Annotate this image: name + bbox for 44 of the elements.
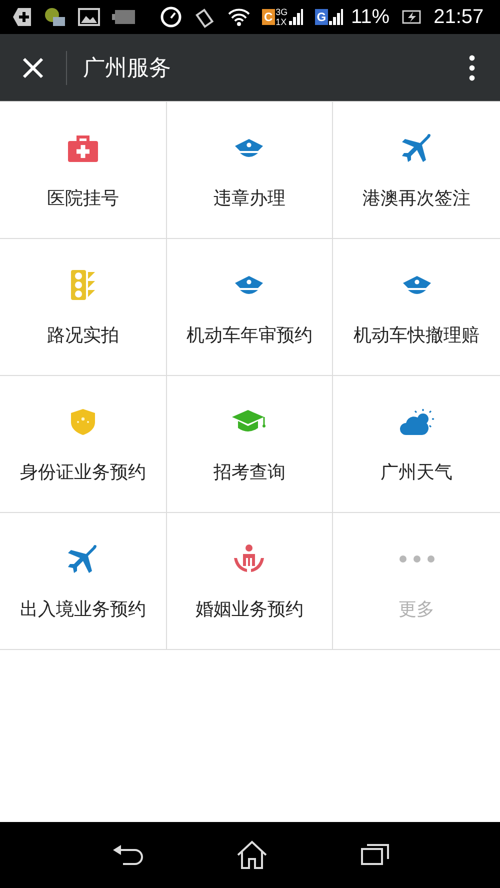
cloud-sun-icon [398,408,435,436]
recent-apps-icon[interactable] [361,844,390,866]
wifi-icon [228,8,250,26]
service-tile[interactable]: 机动车年审预约 [166,238,334,375]
home-icon[interactable] [236,840,268,870]
police-cap-icon [234,138,264,158]
service-tile[interactable]: 医院挂号 [0,101,167,238]
police-cap-icon [234,275,264,295]
service-tile[interactable]: 港澳再次签注 [333,101,500,238]
page-title: 广州服务 [83,54,171,82]
rotation-icon [194,6,216,28]
signal-icon [329,9,344,25]
close-icon [21,56,45,80]
network-label: 3G [276,7,288,17]
service-tile[interactable]: 违章办理 [166,101,334,238]
add-icon [12,7,32,27]
traffic-light-icon [70,269,96,301]
speedometer-icon [160,6,182,28]
mail-icon [44,7,66,27]
image-icon [78,8,100,26]
clock-time: 21:57 [434,5,484,30]
battery-info-icon [112,9,136,25]
carrier-badge: G [314,9,328,25]
carrier-badge: C [262,9,275,25]
service-tile[interactable]: 出入境业务预约 [0,512,167,649]
network-label: 1X [276,17,288,27]
service-tile[interactable]: 广州天气 [333,375,500,512]
service-tile[interactable]: 身份证业务预约 [0,375,167,512]
service-tile[interactable]: 婚姻业务预约 [166,512,334,649]
shield-badge-icon [70,408,96,436]
family-hands-icon [233,544,266,574]
battery-percent: 11% [351,5,390,30]
airplane-icon [66,543,99,575]
signal-icon [288,9,303,25]
more-icon [398,555,435,563]
medical-kit-icon [66,133,99,163]
police-cap-icon [402,275,432,295]
service-tile[interactable]: 招考查询 [166,375,334,512]
airplane-icon [400,132,433,164]
service-tile[interactable]: 路况实拍 [0,238,167,375]
service-tile[interactable]: 机动车快撤理赔 [333,238,500,375]
back-icon[interactable] [110,844,143,866]
menu-icon [469,54,475,80]
battery-charging-icon [402,10,422,24]
